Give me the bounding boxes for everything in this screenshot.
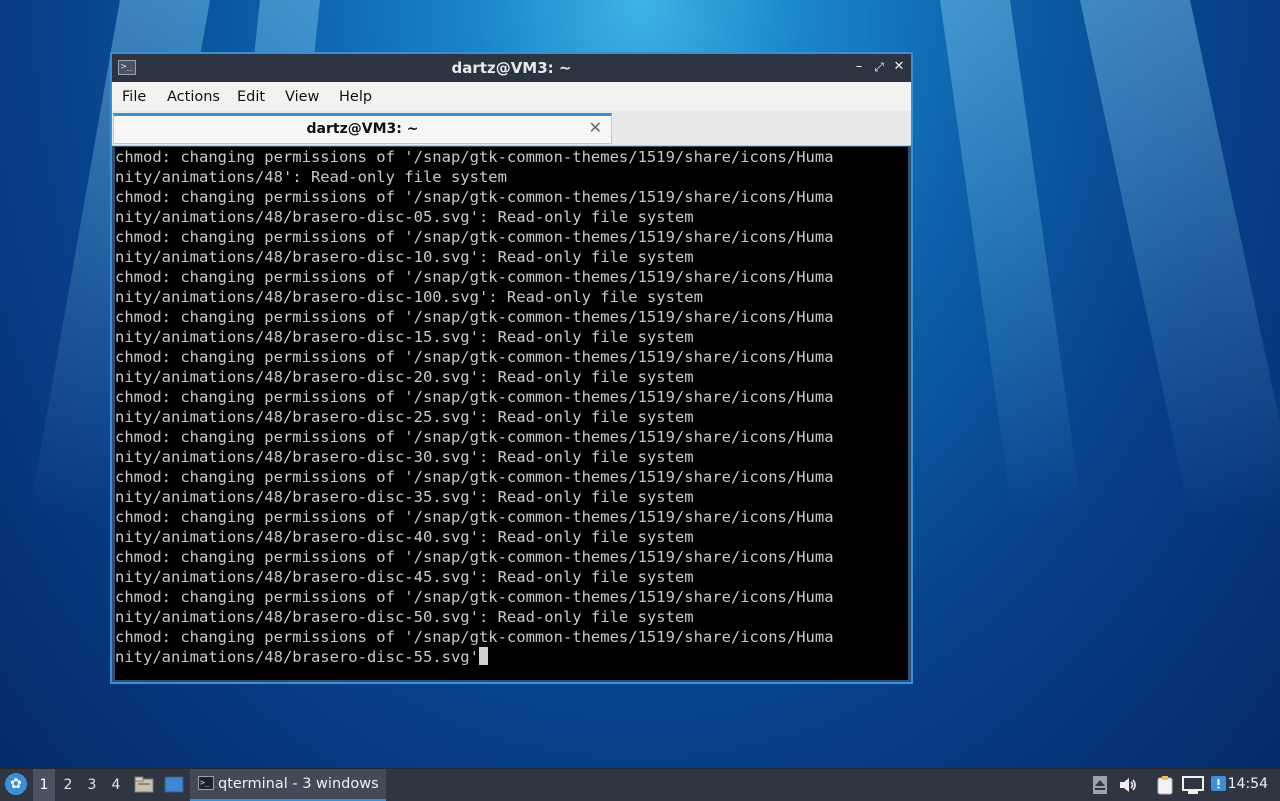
task-label: qterminal - 3 windows	[218, 776, 379, 792]
terminal-line: chmod: changing permissions of '/snap/gt…	[115, 148, 834, 166]
terminal-icon: >_	[198, 776, 214, 790]
terminal-line: chmod: changing permissions of '/snap/gt…	[115, 468, 834, 486]
terminal-line: nity/animations/48/brasero-disc-55.svg'	[115, 647, 834, 667]
menu-file[interactable]: File	[122, 89, 146, 105]
terminal-line: chmod: changing permissions of '/snap/gt…	[115, 188, 834, 206]
network-icon[interactable]	[1182, 775, 1204, 795]
terminal-line: nity/animations/48/brasero-disc-20.svg':…	[115, 368, 694, 386]
lubuntu-logo-icon[interactable]: ✿	[5, 773, 27, 795]
menu-edit[interactable]: Edit	[237, 89, 265, 105]
terminal-line: chmod: changing permissions of '/snap/gt…	[115, 228, 834, 246]
terminal-line: nity/animations/48/brasero-disc-40.svg':…	[115, 528, 694, 546]
terminal-line: chmod: changing permissions of '/snap/gt…	[115, 268, 834, 286]
workspace-3[interactable]: 3	[81, 769, 103, 801]
show-desktop-icon[interactable]	[164, 776, 184, 793]
terminal-line: nity/animations/48/brasero-disc-10.svg':…	[115, 248, 694, 266]
workspace-4[interactable]: 4	[105, 769, 127, 801]
tab-label: dartz@VM3: ~	[306, 121, 419, 137]
terminal-line: chmod: changing permissions of '/snap/gt…	[115, 508, 834, 526]
terminal-line: nity/animations/48/brasero-disc-50.svg':…	[115, 608, 694, 626]
terminal-line: chmod: changing permissions of '/snap/gt…	[115, 388, 834, 406]
terminal-line: nity/animations/48/brasero-disc-05.svg':…	[115, 208, 694, 226]
terminal-line: chmod: changing permissions of '/snap/gt…	[115, 588, 834, 606]
taskbar: ✿ 1 2 3 4 >_ qterminal - 3 windows 14:54	[0, 768, 1280, 801]
terminal-line: chmod: changing permissions of '/snap/gt…	[115, 628, 834, 646]
window-titlebar[interactable]: >_ dartz@VM3: ~ – ⤢ ✕	[112, 54, 911, 82]
terminal-lines: chmod: changing permissions of '/snap/gt…	[115, 147, 834, 667]
menu-view[interactable]: View	[285, 89, 319, 105]
terminal-line: chmod: changing permissions of '/snap/gt…	[115, 548, 834, 566]
menubar: File Actions Edit View Help	[112, 82, 911, 111]
window-title: dartz@VM3: ~	[451, 59, 572, 77]
eject-icon[interactable]	[1092, 775, 1108, 795]
terminal-cursor	[478, 647, 488, 665]
terminal-window[interactable]: >_ dartz@VM3: ~ – ⤢ ✕ File Actions Edit …	[110, 52, 913, 684]
terminal-line: nity/animations/48/brasero-disc-30.svg':…	[115, 448, 694, 466]
terminal-line: nity/animations/48/brasero-disc-45.svg':…	[115, 568, 694, 586]
menu-help[interactable]: Help	[339, 89, 372, 105]
volume-icon[interactable]	[1118, 775, 1138, 795]
clock: 14:54	[1227, 776, 1268, 792]
tab-bar: dartz@VM3: ~ ✕	[112, 111, 911, 146]
terminal-line: nity/animations/48/brasero-disc-15.svg':…	[115, 328, 694, 346]
clipboard-icon[interactable]	[1156, 775, 1174, 795]
close-icon[interactable]: ✕	[890, 58, 908, 76]
terminal-line: nity/animations/48/brasero-disc-100.svg'…	[115, 288, 703, 306]
terminal-line: chmod: changing permissions of '/snap/gt…	[115, 308, 834, 326]
tab-terminal[interactable]: dartz@VM3: ~ ✕	[113, 113, 612, 144]
file-manager-icon[interactable]	[134, 776, 154, 793]
update-notifier-icon[interactable]	[1210, 775, 1228, 795]
terminal-line: nity/animations/48/brasero-disc-35.svg':…	[115, 488, 694, 506]
wallpaper-light-ray	[940, 0, 1084, 520]
workspace-1[interactable]: 1	[33, 769, 55, 801]
terminal-line: nity/animations/48/brasero-disc-25.svg':…	[115, 408, 694, 426]
minimize-icon[interactable]: –	[850, 58, 868, 76]
menu-actions[interactable]: Actions	[167, 89, 220, 105]
workspace-2[interactable]: 2	[57, 769, 79, 801]
terminal-line: chmod: changing permissions of '/snap/gt…	[115, 348, 834, 366]
maximize-icon[interactable]: ⤢	[870, 58, 888, 76]
task-qterminal[interactable]: >_ qterminal - 3 windows	[190, 769, 386, 801]
tab-close-icon[interactable]: ✕	[589, 118, 602, 137]
terminal-output[interactable]: chmod: changing permissions of '/snap/gt…	[115, 147, 908, 680]
wallpaper-light-ray	[1080, 0, 1280, 520]
terminal-line: nity/animations/48': Read-only file syst…	[115, 168, 507, 186]
terminal-line: chmod: changing permissions of '/snap/gt…	[115, 428, 834, 446]
